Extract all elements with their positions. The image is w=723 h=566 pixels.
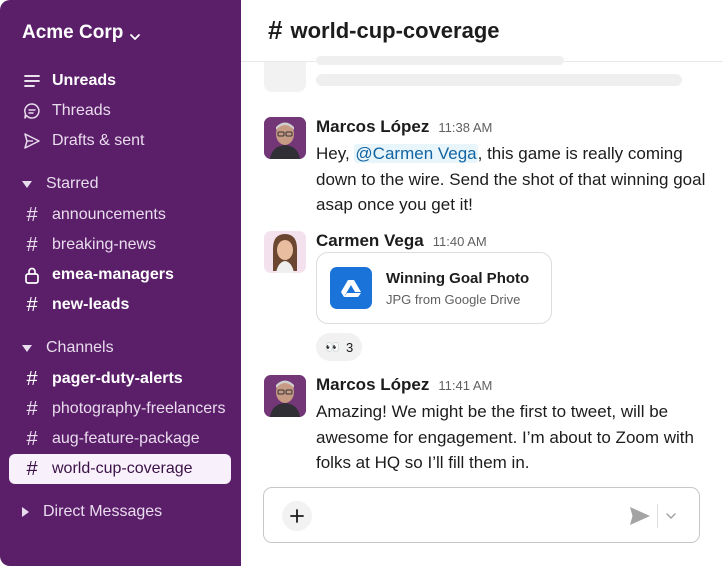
section-label: Channels bbox=[46, 339, 114, 356]
sidebar-item-label: Threads bbox=[52, 102, 111, 119]
sidebar-item-world-cup-coverage[interactable]: # world-cup-coverage bbox=[9, 454, 231, 484]
caret-down-icon bbox=[22, 180, 32, 188]
reaction-pill[interactable]: 👀 3 bbox=[316, 333, 363, 361]
hash-icon: # bbox=[26, 234, 38, 256]
sidebar-item-label: Drafts & sent bbox=[52, 132, 145, 149]
channel-title: world-cup-coverage bbox=[290, 17, 500, 43]
workspace-name: Acme Corp bbox=[22, 22, 124, 43]
hash-icon: # bbox=[26, 368, 38, 390]
sidebar-item-photography-freelancers[interactable]: # photography-freelancers bbox=[9, 394, 231, 424]
sidebar-item-pager-duty-alerts[interactable]: # pager-duty-alerts bbox=[9, 364, 231, 394]
workspace-switcher[interactable]: Acme Corp bbox=[22, 20, 141, 46]
sidebar: Acme Corp Unreads Threads Drafts & sent … bbox=[0, 0, 241, 566]
section-label: Direct Messages bbox=[43, 503, 163, 520]
sidebar-item-label: new-leads bbox=[52, 296, 130, 313]
eyes-emoji-icon: 👀 bbox=[325, 340, 340, 354]
google-drive-icon bbox=[330, 267, 372, 309]
message-text: Amazing! We might be the first to tweet,… bbox=[316, 402, 694, 472]
avatar[interactable] bbox=[264, 231, 306, 273]
caret-right-icon bbox=[22, 507, 29, 517]
plus-icon bbox=[290, 509, 304, 523]
hash-icon: # bbox=[26, 398, 38, 420]
sidebar-item-label: aug-feature-package bbox=[52, 430, 200, 447]
add-attachment-button[interactable] bbox=[282, 501, 312, 531]
sidebar-item-label: announcements bbox=[52, 206, 166, 223]
hash-icon: # bbox=[26, 294, 38, 316]
send-button[interactable] bbox=[628, 504, 652, 528]
section-direct-messages[interactable]: Direct Messages bbox=[22, 500, 162, 524]
drafts-sent-icon bbox=[22, 131, 42, 151]
message-text-part: Hey, bbox=[316, 144, 355, 163]
user-mention[interactable]: @Carmen Vega bbox=[354, 144, 478, 163]
message-input[interactable] bbox=[324, 504, 614, 528]
message-timestamp[interactable]: 11:38 AM bbox=[438, 120, 492, 135]
file-title: Winning Goal Photo bbox=[386, 269, 530, 287]
channel-view: # world-cup-coverage Marcos López 11:38 … bbox=[241, 0, 723, 566]
sidebar-item-unreads[interactable]: Unreads bbox=[9, 66, 231, 96]
reaction-count: 3 bbox=[345, 339, 354, 355]
threads-icon bbox=[22, 101, 42, 121]
send-options-button[interactable] bbox=[664, 506, 678, 526]
sidebar-item-aug-feature-package[interactable]: # aug-feature-package bbox=[9, 424, 231, 454]
message-composer[interactable] bbox=[263, 487, 700, 543]
message-timestamp[interactable]: 11:40 AM bbox=[433, 234, 487, 249]
composer-divider bbox=[657, 504, 658, 528]
file-attachment[interactable]: Winning Goal Photo JPG from Google Drive bbox=[316, 252, 552, 324]
message-author[interactable]: Carmen Vega bbox=[316, 231, 424, 251]
skeleton-line bbox=[316, 74, 682, 86]
send-icon bbox=[630, 507, 650, 525]
avatar[interactable] bbox=[264, 375, 306, 417]
hash-icon: # bbox=[26, 458, 38, 480]
sidebar-item-drafts-sent[interactable]: Drafts & sent bbox=[9, 126, 231, 156]
sidebar-item-threads[interactable]: Threads bbox=[9, 96, 231, 126]
channel-hash-icon: # bbox=[268, 15, 283, 45]
message-author[interactable]: Marcos López bbox=[316, 375, 429, 395]
sidebar-item-new-leads[interactable]: # new-leads bbox=[9, 290, 231, 320]
avatar[interactable] bbox=[264, 117, 306, 159]
unreads-icon bbox=[22, 71, 42, 91]
message-text: Hey, @Carmen Vega, this game is really c… bbox=[316, 141, 716, 218]
section-channels[interactable]: Channels bbox=[22, 336, 114, 360]
sidebar-item-emea-managers[interactable]: emea-managers bbox=[9, 260, 231, 290]
hash-icon: # bbox=[26, 428, 38, 450]
sidebar-item-label: pager-duty-alerts bbox=[52, 370, 183, 387]
chevron-down-icon bbox=[666, 513, 676, 520]
sidebar-item-label: photography-freelancers bbox=[52, 400, 226, 417]
message-author[interactable]: Marcos López bbox=[316, 117, 429, 137]
file-subtitle: JPG from Google Drive bbox=[386, 291, 521, 307]
sidebar-item-label: world-cup-coverage bbox=[52, 460, 193, 477]
sidebar-item-breaking-news[interactable]: # breaking-news bbox=[9, 230, 231, 260]
sidebar-item-label: emea-managers bbox=[52, 266, 174, 283]
section-label: Starred bbox=[46, 175, 99, 192]
sidebar-item-label: breaking-news bbox=[52, 236, 157, 253]
skeleton-line bbox=[316, 56, 564, 65]
section-starred[interactable]: Starred bbox=[22, 172, 98, 196]
message-timestamp[interactable]: 11:41 AM bbox=[438, 378, 492, 393]
chevron-down-icon bbox=[129, 27, 141, 40]
lock-icon bbox=[22, 265, 42, 285]
channel-header[interactable]: # world-cup-coverage bbox=[241, 0, 723, 62]
sidebar-item-label: Unreads bbox=[52, 72, 117, 89]
hash-icon: # bbox=[26, 204, 38, 226]
sidebar-item-announcements[interactable]: # announcements bbox=[9, 200, 231, 230]
skeleton-avatar bbox=[264, 62, 306, 92]
caret-down-icon bbox=[22, 344, 32, 352]
